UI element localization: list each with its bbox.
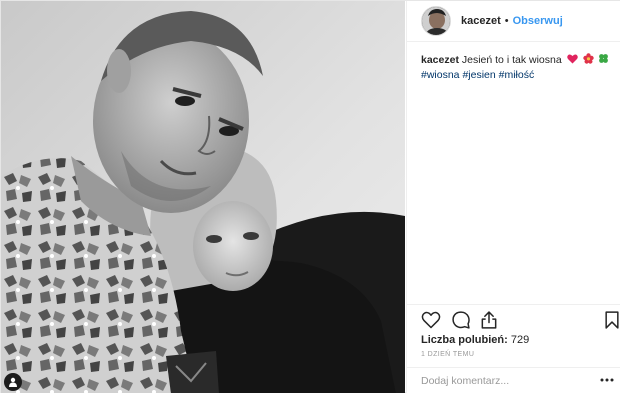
post-side-panel: kacezet • Obserwuj kacezet Jesień to i t… <box>406 1 620 393</box>
user-tag-icon[interactable] <box>4 373 22 391</box>
post-photo[interactable] <box>1 1 405 393</box>
caption-text: Jesień to i tak wiosna <box>461 54 562 66</box>
caption-username[interactable]: kacezet <box>421 54 459 66</box>
post-header: kacezet • Obserwuj <box>407 1 620 41</box>
comment-input[interactable] <box>421 375 581 387</box>
more-options-icon[interactable] <box>600 376 614 384</box>
share-upload-icon[interactable] <box>479 310 499 330</box>
post-caption: kacezet Jesień to i tak wiosna #wiosna # <box>421 53 616 83</box>
comment-box <box>407 368 620 393</box>
instagram-post-embed: kacezet • Obserwuj kacezet Jesień to i t… <box>0 0 620 393</box>
post-actions <box>421 310 619 332</box>
avatar[interactable] <box>421 6 451 36</box>
header-username[interactable]: kacezet <box>461 15 501 27</box>
heart-outline-icon[interactable] <box>421 310 441 330</box>
header-divider <box>407 41 620 42</box>
comment-bubble-icon[interactable] <box>451 310 471 330</box>
header-separator: • <box>504 15 509 27</box>
post-timestamp[interactable]: 1 DZIEŃ TEMU <box>421 351 474 358</box>
actions-divider <box>407 304 620 305</box>
four-leaf-clover-icon <box>599 54 609 63</box>
caption-hashtags[interactable]: #wiosna #jesien #miłość <box>421 69 534 81</box>
post-photo-image <box>1 1 405 393</box>
red-flower-icon <box>582 53 594 64</box>
bookmark-icon[interactable] <box>602 310 620 330</box>
red-heart-icon <box>566 54 578 64</box>
follow-button[interactable]: Obserwuj <box>513 15 563 27</box>
likes-summary[interactable]: Liczba polubień: 729 <box>421 334 529 346</box>
likes-count: 729 <box>510 334 530 346</box>
likes-label: Liczba polubień: <box>421 334 508 346</box>
